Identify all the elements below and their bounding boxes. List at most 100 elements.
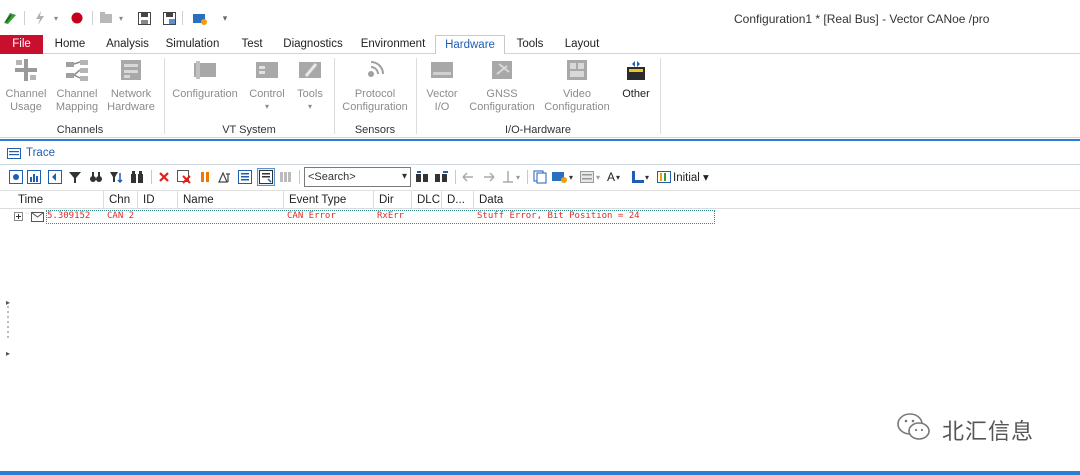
cell-dir: RxErr (377, 211, 405, 221)
delete-filter-icon[interactable] (176, 169, 192, 185)
column-header-data-length[interactable]: D... (442, 191, 474, 209)
vt-tools-button[interactable]: Tools ▾ (292, 58, 328, 113)
customize-quick-access-icon[interactable]: ▾ (220, 10, 230, 26)
clear-icon[interactable] (156, 169, 172, 185)
chevron-down-icon[interactable]: ▾ (402, 168, 407, 186)
vt-control-button[interactable]: Control ▾ (246, 58, 288, 113)
other-icon (624, 58, 648, 82)
tab-home[interactable]: Home (47, 35, 93, 54)
message-envelope-icon (31, 212, 44, 225)
cell-chn: CAN 2 (107, 211, 135, 221)
other-button[interactable]: Other (618, 58, 654, 101)
group-label-sensors: Sensors (354, 124, 396, 136)
scroll-mode-icon[interactable] (47, 169, 63, 185)
dropdown-icon[interactable]: ▾ (594, 169, 602, 185)
gnss-configuration-button[interactable]: GNSS Configuration (468, 58, 536, 113)
dropdown-icon[interactable]: ▾ (567, 169, 575, 185)
title-bar: ▾ ▾ ▾ Configuration1 * [Real Bus] - Vect… (0, 0, 1080, 35)
watermark: 北汇信息 (896, 412, 1034, 448)
tab-diagnostics[interactable]: Diagnostics (279, 35, 347, 54)
open-config-icon[interactable] (99, 10, 113, 26)
tab-environment[interactable]: Environment (356, 35, 430, 54)
chronological-mode-icon[interactable] (257, 168, 275, 186)
view-selector[interactable]: Initial ▾ (673, 170, 709, 184)
video-configuration-button[interactable]: Video Configuration (542, 58, 612, 113)
column-header-name[interactable]: Name (178, 191, 284, 209)
tab-hardware[interactable]: Hardware (435, 35, 505, 55)
network-hardware-icon (119, 58, 143, 82)
ribbon-bottom-accent (0, 139, 1080, 141)
expand-icon[interactable] (14, 212, 23, 224)
dropdown-icon[interactable]: ▾ (117, 10, 125, 26)
column-layout-icon[interactable] (656, 169, 672, 185)
column-config-icon[interactable] (278, 169, 294, 185)
vt-control-icon (255, 58, 279, 82)
collapse-right-icon[interactable]: ▸ (6, 349, 10, 358)
group-separator (164, 58, 165, 134)
sort-filter-icon[interactable] (108, 169, 124, 185)
vt-configuration-button[interactable]: Configuration (170, 58, 240, 101)
vt-configuration-icon (193, 58, 217, 82)
separator (180, 10, 186, 26)
dropdown-icon[interactable]: ▾ (514, 169, 522, 185)
tab-test[interactable]: Test (233, 35, 271, 54)
column-header-data[interactable]: Data (474, 191, 714, 209)
binoculars-icon[interactable] (88, 169, 104, 185)
configuration-manager-icon[interactable] (192, 10, 208, 26)
separator (90, 10, 96, 26)
vt-tools-icon (298, 58, 322, 82)
dropdown-icon[interactable]: ▾ (643, 169, 651, 185)
status-bar-accent (0, 471, 1080, 475)
export-icon[interactable] (552, 169, 568, 185)
layout-icon[interactable] (579, 169, 595, 185)
find-next-icon[interactable] (434, 169, 450, 185)
online-mode-icon[interactable] (8, 169, 24, 185)
detail-view-icon[interactable] (237, 169, 253, 185)
protocol-configuration-button[interactable]: Protocol Configuration (340, 58, 410, 113)
network-hardware-button[interactable]: Network Hardware (106, 58, 156, 113)
filter-icon[interactable] (67, 169, 83, 185)
dropdown-icon[interactable]: ▾ (614, 169, 622, 185)
trace-window-title[interactable]: Trace (26, 147, 55, 159)
separator (527, 170, 528, 184)
dropdown-icon[interactable]: ▾ (52, 10, 60, 26)
start-measurement-icon[interactable] (34, 10, 46, 26)
vector-io-button[interactable]: Vector I/O (420, 58, 464, 113)
pause-icon[interactable] (197, 169, 213, 185)
separator (151, 170, 152, 184)
copy-icon[interactable] (532, 169, 548, 185)
tab-analysis[interactable]: Analysis (99, 35, 156, 54)
cell-event-type: CAN Error (287, 211, 336, 221)
save-icon[interactable] (137, 10, 151, 26)
channel-usage-button[interactable]: Channel Usage (4, 58, 48, 113)
tab-layout[interactable]: Layout (558, 35, 606, 54)
tab-simulation[interactable]: Simulation (160, 35, 225, 54)
tab-tools[interactable]: Tools (511, 35, 549, 54)
protocol-configuration-icon (363, 58, 387, 82)
chart-view-icon[interactable] (26, 169, 42, 185)
column-header-dir[interactable]: Dir (374, 191, 412, 209)
find-icon[interactable] (129, 169, 145, 185)
vector-io-icon (430, 58, 454, 82)
column-header-chn[interactable]: Chn (104, 191, 138, 209)
arrow-left-icon[interactable] (460, 169, 476, 185)
ribbon-tab-bar: File Home Analysis Simulation Test Diagn… (0, 35, 1080, 55)
tab-file[interactable]: File (0, 35, 43, 54)
column-header-time[interactable]: Time (13, 191, 104, 209)
separator (22, 10, 28, 26)
find-previous-icon[interactable] (415, 169, 431, 185)
table-row[interactable]: ·· 5.309152 CAN 2 CAN Error RxErr Stuff … (14, 210, 716, 224)
column-header-dlc[interactable]: DLC (412, 191, 442, 209)
time-delta-icon[interactable] (217, 169, 233, 185)
divider (0, 164, 1080, 165)
search-input[interactable]: <Search> ▾ (304, 167, 411, 187)
cell-data: Stuff Error, Bit Position = 24 (477, 211, 640, 221)
pane-splitter[interactable] (6, 296, 10, 356)
column-header-event-type[interactable]: Event Type (284, 191, 374, 209)
search-placeholder: <Search> (308, 171, 356, 183)
channel-mapping-button[interactable]: Channel Mapping (54, 58, 100, 113)
save-as-icon[interactable] (162, 10, 176, 26)
column-header-id[interactable]: ID (138, 191, 178, 209)
arrow-right-icon[interactable] (481, 169, 497, 185)
stop-measurement-icon[interactable] (70, 10, 84, 26)
